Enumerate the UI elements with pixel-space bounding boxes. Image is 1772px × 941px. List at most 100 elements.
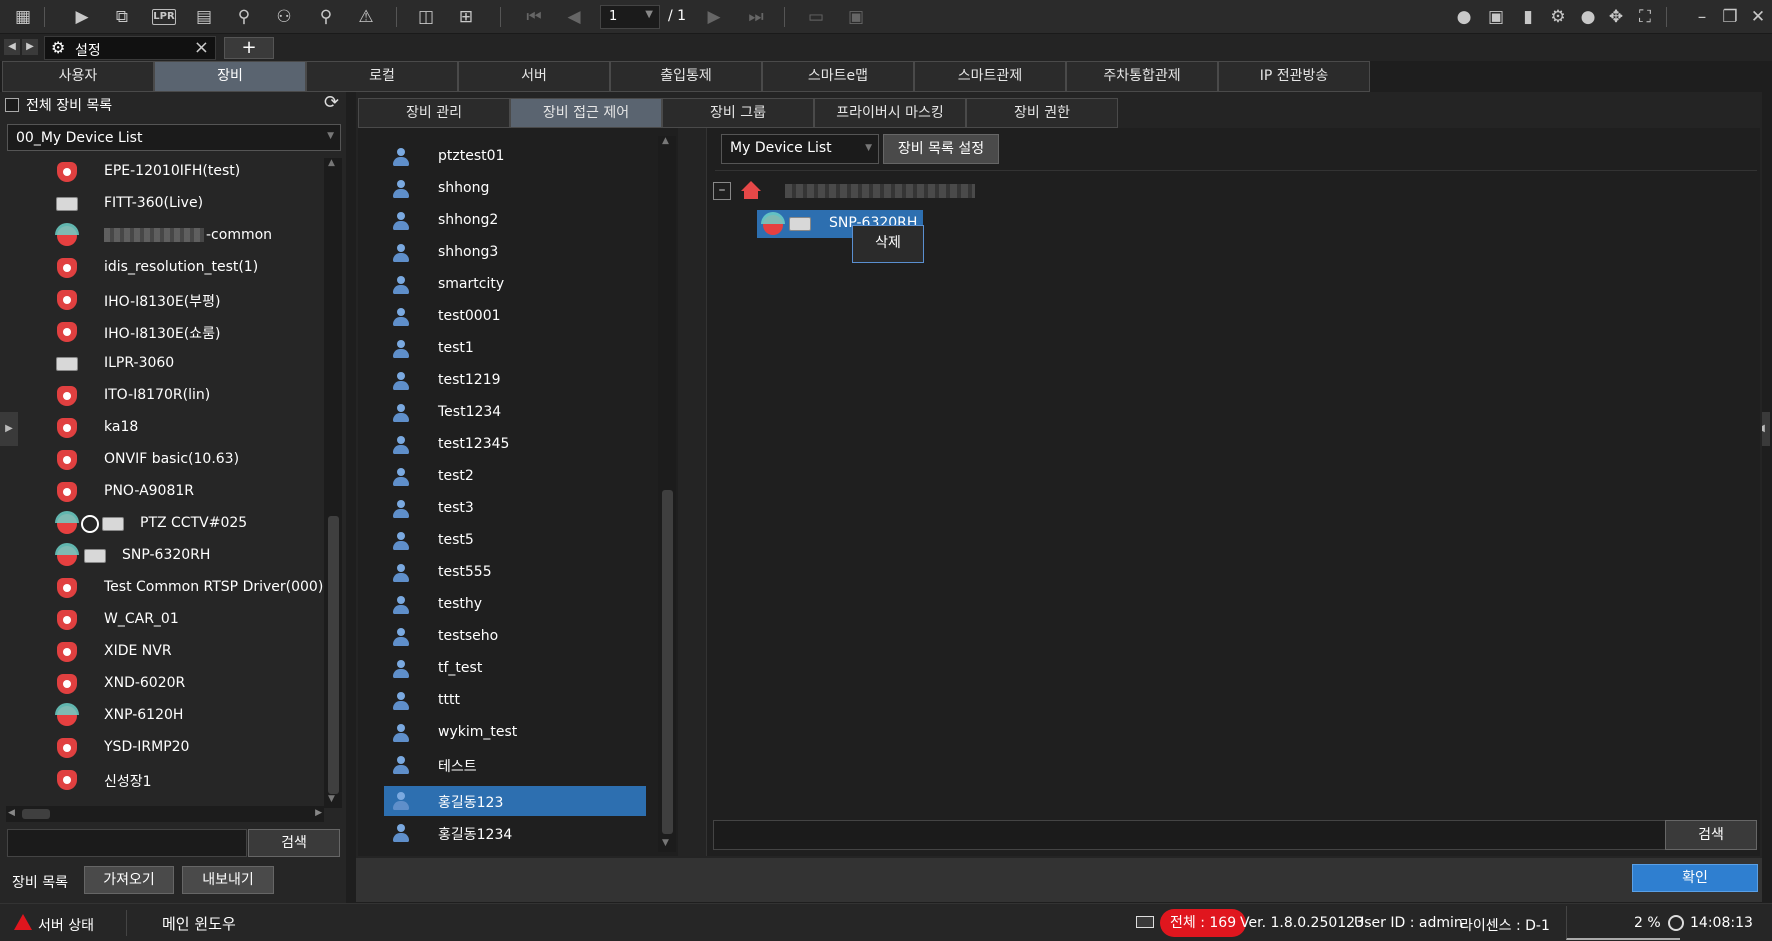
tab-device-access-control[interactable]: 장비 접근 제어 [510, 98, 662, 128]
tab-user[interactable]: 사용자 [2, 61, 154, 92]
add-tab-button[interactable]: + [224, 37, 274, 59]
list-item[interactable]: EPE-12010IFH(test) [0, 156, 328, 188]
list-item[interactable]: test12345 [384, 430, 646, 460]
list-item[interactable]: test3 [384, 494, 646, 524]
scrollbar-thumb[interactable] [328, 516, 339, 794]
restore-icon[interactable]: ❐ [1718, 5, 1742, 29]
list-item[interactable]: idis_resolution_test(1) [0, 252, 328, 284]
list-item[interactable]: tf_test [384, 654, 646, 684]
fullscreen-icon[interactable]: ⛶ [1633, 5, 1657, 29]
add-screen-icon[interactable]: ⊞ [454, 5, 478, 29]
alarm-icon[interactable]: ⚠ [354, 5, 378, 29]
page-number-input[interactable]: 1 ▼ [600, 5, 660, 29]
main-window-label[interactable]: 메인 윈도우 [162, 913, 236, 934]
export-button[interactable]: 내보내기 [182, 866, 274, 894]
minimize-icon[interactable]: – [1690, 5, 1714, 29]
scroll-right-icon[interactable]: ▶ [315, 808, 322, 818]
user-list-scrollbar[interactable]: ▲ ▼ [658, 136, 676, 852]
device-search-input[interactable] [713, 820, 1671, 850]
search-video-icon[interactable]: ⧉ [110, 5, 134, 29]
context-menu-delete[interactable]: 삭제 [852, 225, 924, 263]
map-search-icon[interactable]: ⚲ [314, 5, 338, 29]
list-item[interactable]: FITT-360(Live) [0, 188, 328, 220]
move-icon[interactable]: ✥ [1604, 5, 1628, 29]
tab-device-group[interactable]: 장비 그룹 [662, 98, 814, 128]
list-item[interactable]: XND-6020R [0, 668, 328, 700]
list-item[interactable]: shhong2 [384, 206, 646, 236]
list-item[interactable]: Test Common RTSP Driver(000)Com [0, 572, 328, 604]
first-page-icon[interactable]: ⏮ [522, 5, 546, 29]
face-search-icon[interactable]: ⚲ [232, 5, 256, 29]
tab-privacy-masking[interactable]: 프라이버시 마스킹 [814, 98, 966, 128]
user-icon[interactable]: ● [1576, 5, 1600, 29]
list-item[interactable]: test555 [384, 558, 646, 588]
list-item[interactable]: ILPR-3060 [0, 348, 328, 380]
tab-parking-control[interactable]: 주차통합관제 [1066, 61, 1218, 92]
list-item[interactable]: 홍길동1234 [384, 818, 646, 848]
tab-local[interactable]: 로컬 [306, 61, 458, 92]
bike-icon[interactable]: ⚇ [272, 5, 296, 29]
scroll-up-icon[interactable]: ▲ [328, 158, 335, 168]
list-item[interactable]: test1219 [384, 366, 646, 396]
list-item[interactable]: PNO-A9081R [0, 476, 328, 508]
gear-icon[interactable]: ⚙ [1546, 5, 1570, 29]
tab-ip-broadcast[interactable]: IP 전관방송 [1218, 61, 1370, 92]
device-tree-scrollbar[interactable]: ▲ ▼ [324, 158, 342, 808]
list-item[interactable]: ONVIF basic(10.63) [0, 444, 328, 476]
list-item[interactable]: test0001 [384, 302, 646, 332]
list-item[interactable]: ITO-I8170R(lin) [0, 380, 328, 412]
all-devices-checkbox[interactable] [5, 98, 19, 112]
device-list-select[interactable]: 00_My Device List ▼ [7, 124, 341, 151]
list-item[interactable]: IHO-I8130E(부평) [0, 284, 328, 316]
list-item[interactable]: SNP-6320RH [0, 540, 328, 572]
lpr-icon[interactable]: LPR [152, 9, 176, 25]
list-item[interactable]: ka18 [0, 412, 328, 444]
list-item[interactable]: wykim_test [384, 718, 646, 748]
server-status-label[interactable]: 서버 상태 [38, 915, 94, 935]
close-tab-icon[interactable]: × [194, 37, 209, 58]
list-item[interactable]: Test1234 [384, 398, 646, 428]
tab-settings[interactable]: ⚙ 설정 × [44, 36, 216, 60]
device-tree-hscrollbar[interactable]: ◀ ▶ [6, 806, 324, 822]
list-item[interactable]: 신성장1 [0, 764, 328, 796]
total-count-badge[interactable]: 전체 : 169 [1160, 909, 1247, 937]
scroll-down-icon[interactable]: ▼ [662, 838, 669, 848]
tab-access-control[interactable]: 출입통제 [610, 61, 762, 92]
tab-scroll-right-icon[interactable]: ▶ [22, 39, 38, 55]
scroll-left-icon[interactable]: ◀ [8, 808, 15, 818]
collapse-left-handle[interactable]: ▶ [0, 412, 18, 446]
scrollbar-thumb[interactable] [22, 809, 50, 819]
list-item[interactable]: test5 [384, 526, 646, 556]
list-item[interactable]: PTZ CCTV#025 [0, 508, 328, 540]
list-item[interactable]: tttt [384, 686, 646, 716]
list-item[interactable]: IHO-I8130E(쇼룸) [0, 316, 328, 348]
notice-icon[interactable]: ▣ [1484, 5, 1508, 29]
device-search-button[interactable]: 검색 [1665, 820, 1757, 850]
tab-server[interactable]: 서버 [458, 61, 610, 92]
list-item[interactable]: testhy [384, 590, 646, 620]
import-button[interactable]: 가져오기 [84, 866, 174, 894]
grid-icon[interactable]: ▦ [11, 5, 35, 29]
scrollbar-thumb[interactable] [662, 490, 673, 834]
monitor-icon[interactable]: ▭ [804, 5, 828, 29]
chat-icon[interactable]: ● [1452, 5, 1476, 29]
list-item[interactable]: XIDE NVR [0, 636, 328, 668]
list-item-selected[interactable]: 홍길동123 [384, 786, 646, 816]
play-icon[interactable]: ▶ [70, 5, 94, 29]
list-item[interactable]: ptztest01 [384, 142, 646, 172]
tab-device[interactable]: 장비 [154, 61, 306, 92]
lock-icon[interactable]: ▮ [1516, 5, 1540, 29]
tab-smart-control[interactable]: 스마트관제 [914, 61, 1066, 92]
list-item[interactable]: W_CAR_01 [0, 604, 328, 636]
refresh-icon[interactable]: ⟳ [324, 92, 339, 113]
last-page-icon[interactable]: ⏭ [744, 5, 768, 29]
tab-device-management[interactable]: 장비 관리 [358, 98, 510, 128]
tab-smart-emap[interactable]: 스마트e맵 [762, 61, 914, 92]
list-item[interactable]: XNP-6120H [0, 700, 328, 732]
list-item[interactable]: test1 [384, 334, 646, 364]
device-search-button[interactable]: 검색 [248, 829, 340, 857]
confirm-button[interactable]: 확인 [1632, 864, 1758, 892]
scroll-down-icon[interactable]: ▼ [328, 794, 335, 804]
list-item[interactable]: smartcity [384, 270, 646, 300]
list-item[interactable]: shhong [384, 174, 646, 204]
